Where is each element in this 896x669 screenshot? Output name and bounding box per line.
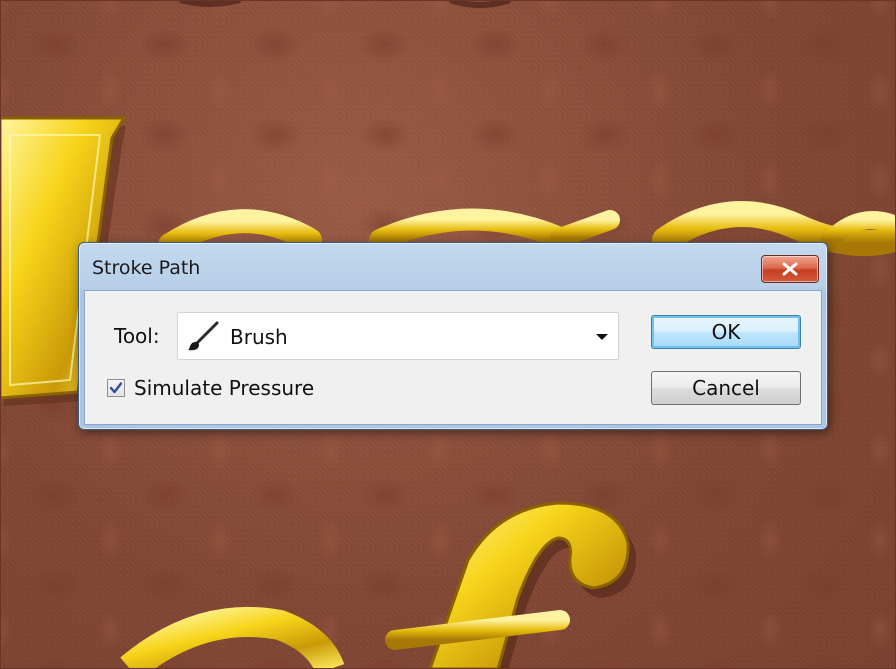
gold-letter-f xyxy=(385,501,637,669)
tool-label: Tool: xyxy=(114,324,160,348)
document-canvas: Stroke Path Tool: Brush Simulate Pressur… xyxy=(0,0,896,669)
tool-dropdown[interactable]: Brush xyxy=(177,312,619,360)
checkmark-icon xyxy=(109,382,123,394)
dialog-title: Stroke Path xyxy=(92,257,201,279)
simulate-pressure-label[interactable]: Simulate Pressure xyxy=(134,376,314,400)
ok-button[interactable]: OK xyxy=(651,315,801,349)
dialog-titlebar[interactable]: Stroke Path xyxy=(79,243,827,291)
cancel-button[interactable]: Cancel xyxy=(651,371,801,405)
close-x-icon xyxy=(782,262,798,276)
close-button[interactable] xyxy=(761,255,819,283)
dialog-body: Tool: Brush Simulate Pressure OK Cancel xyxy=(84,290,822,425)
stroke-path-dialog: Stroke Path Tool: Brush Simulate Pressur… xyxy=(78,242,828,430)
chevron-down-icon[interactable] xyxy=(596,334,608,340)
tool-value: Brush xyxy=(230,325,288,349)
brush-icon xyxy=(188,321,219,351)
simulate-pressure-checkbox[interactable] xyxy=(107,379,125,397)
